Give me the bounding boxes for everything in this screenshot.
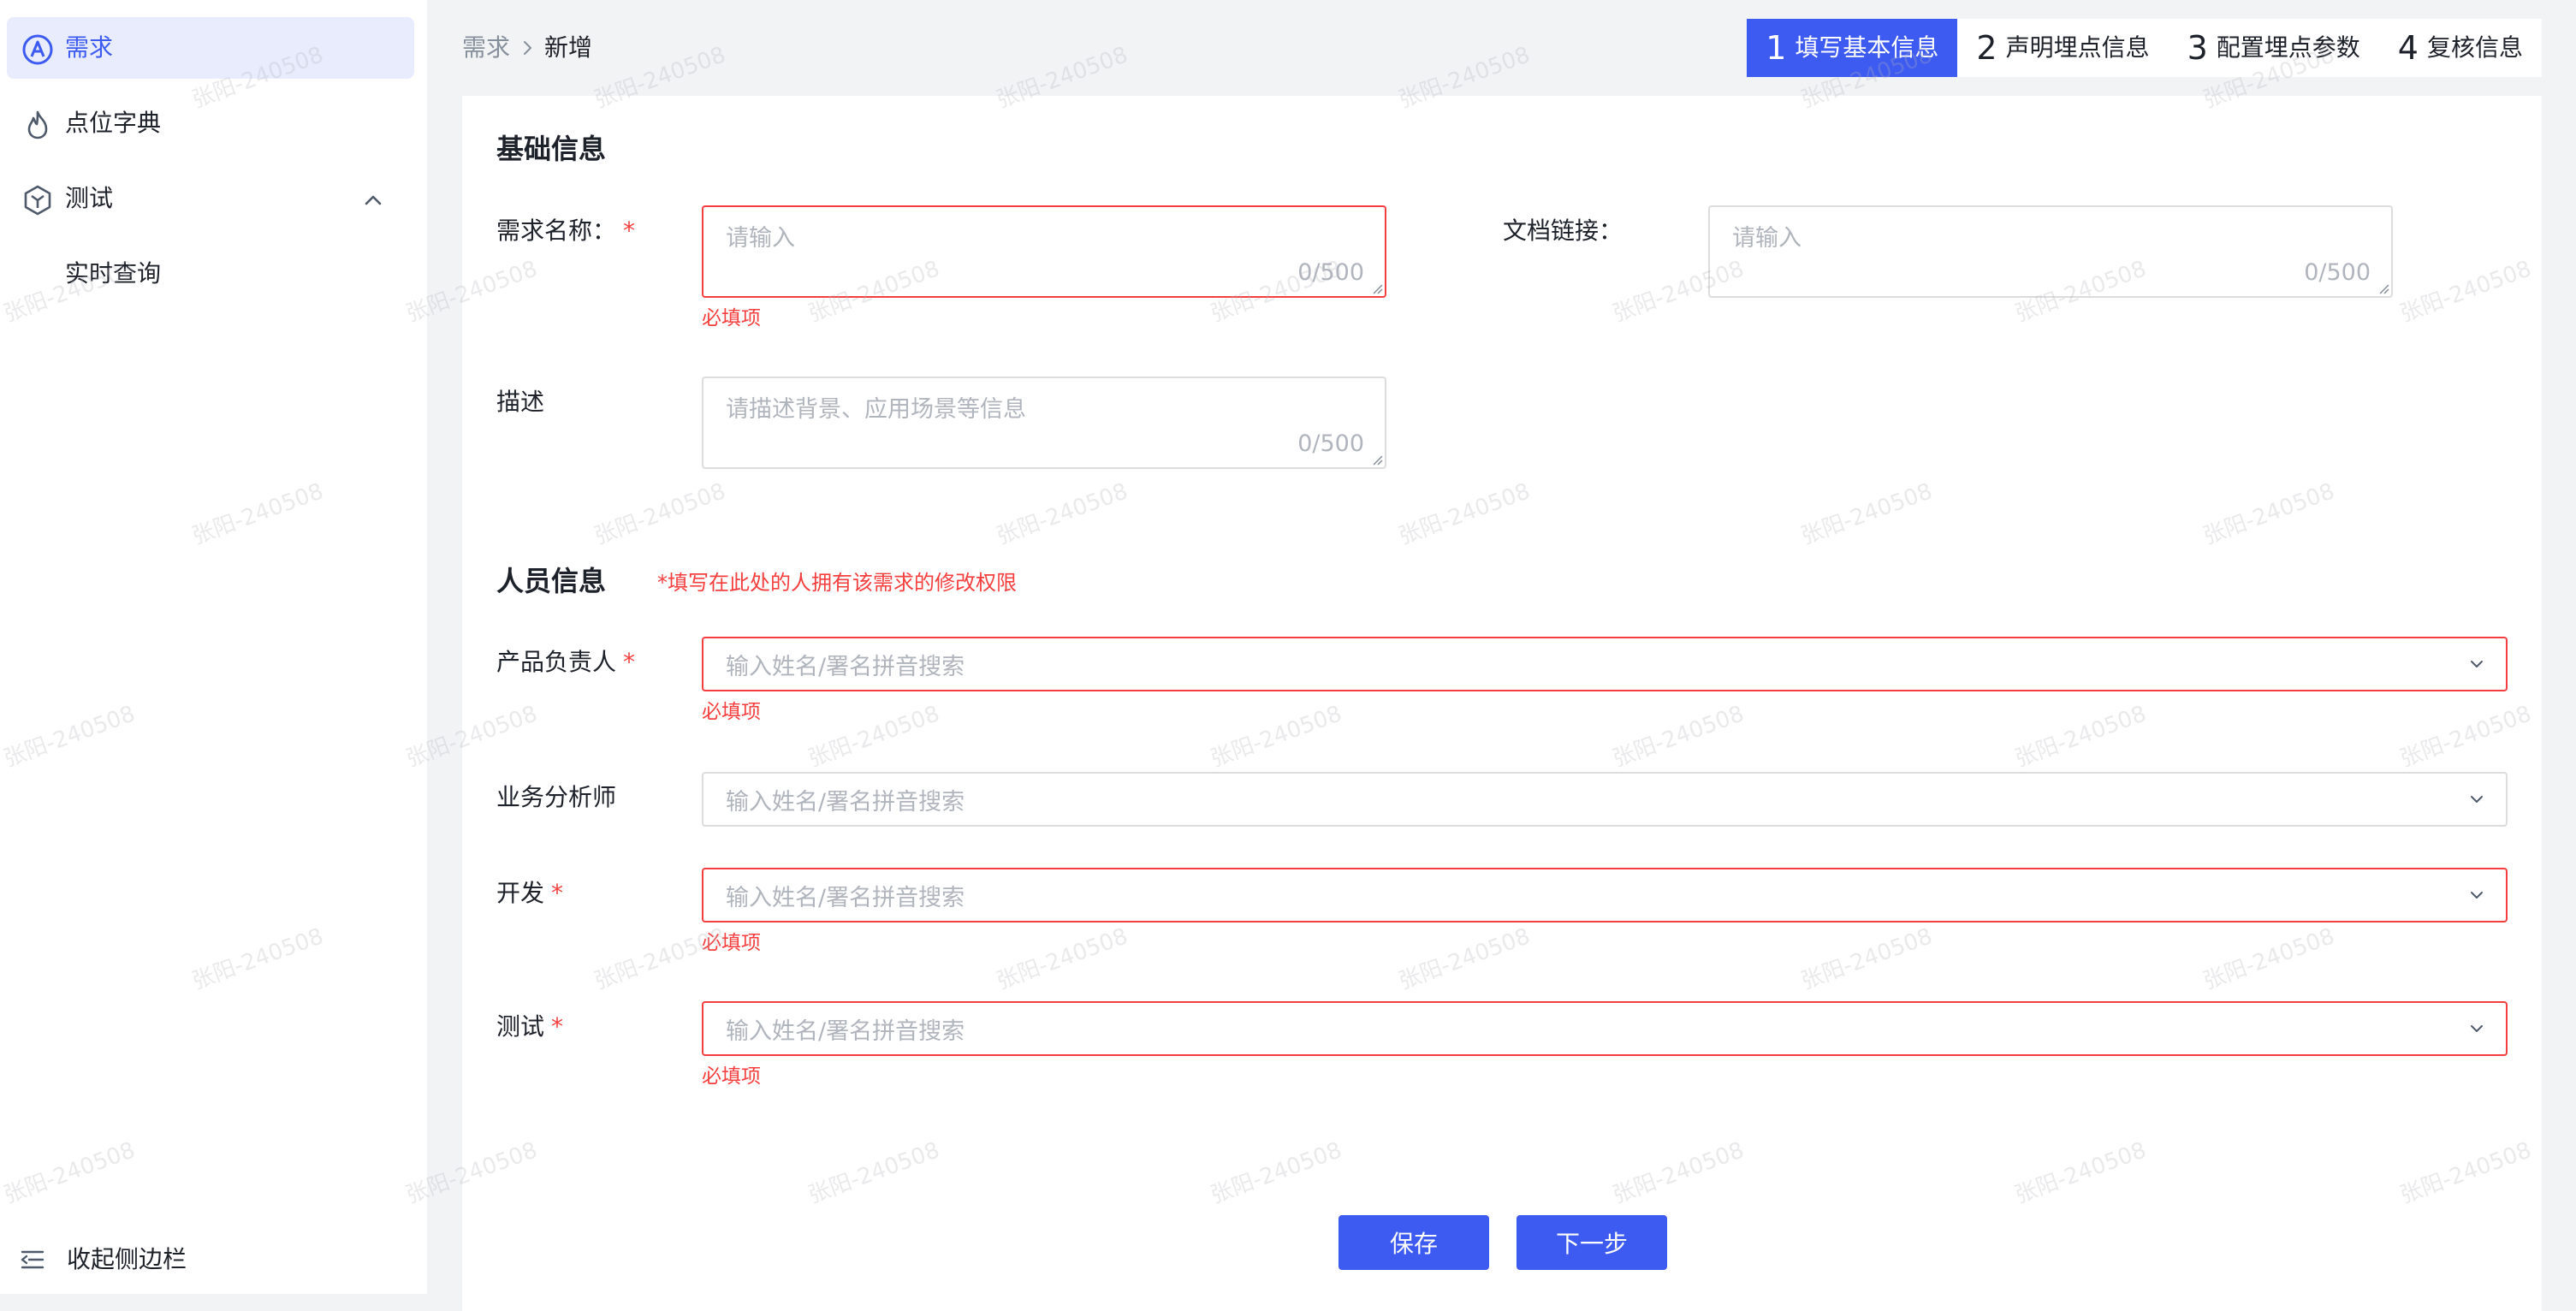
tester-select[interactable]: 输入姓名/署名拼音搜索	[702, 1001, 2508, 1056]
product-owner-select[interactable]: 输入姓名/署名拼音搜索	[702, 637, 2508, 691]
sidebar-item-label: 点位字典	[65, 109, 162, 137]
placeholder: 输入姓名/署名拼音搜索	[726, 654, 965, 680]
chevron-down-icon	[2471, 892, 2483, 899]
requirement-name-label: 需求名称： *	[496, 217, 636, 245]
chevron-down-icon	[2471, 1025, 2483, 1032]
business-analyst-select[interactable]: 输入姓名/署名拼音搜索	[702, 772, 2508, 827]
business-analyst-label: 业务分析师	[496, 783, 617, 811]
step-label: 声明埋点信息	[2005, 33, 2150, 62]
placeholder: 请描述背景、应用场景等信息	[726, 396, 1026, 423]
form-card: 基础信息 需求名称： * 请输入 0/500 必填项 文档链接： 请输入 0/50…	[462, 96, 2542, 1311]
basic-info-title: 基础信息	[496, 133, 607, 165]
product-owner-error: 必填项	[702, 701, 761, 723]
doc-link-label: 文档链接：	[1503, 217, 1623, 245]
step-3[interactable]: 3 配置埋点参数	[2169, 19, 2379, 77]
chevron-right-icon	[524, 41, 532, 55]
sidebar: 需求 点位字典 测试 实时查询 收起侧边栏	[0, 0, 427, 1294]
step-2[interactable]: 2 声明埋点信息	[1957, 19, 2168, 77]
hexagon-cube-icon	[24, 185, 51, 216]
flame-icon	[27, 110, 48, 139]
step-1[interactable]: 1 填写基本信息	[1747, 19, 1958, 77]
breadcrumb-parent[interactable]: 需求	[462, 31, 510, 65]
tester-error: 必填项	[702, 1065, 761, 1088]
breadcrumb-current: 新增	[544, 33, 593, 62]
resize-handle-icon[interactable]	[1371, 282, 1383, 294]
step-number: 3	[2187, 29, 2208, 67]
resize-handle-icon[interactable]	[1371, 454, 1383, 466]
sidebar-item-test[interactable]: 测试	[7, 168, 414, 229]
step-number: 1	[1766, 29, 1787, 67]
step-label: 复核信息	[2426, 33, 2523, 62]
letter-a-circle-icon	[22, 34, 53, 65]
personnel-info-title: 人员信息	[496, 565, 607, 597]
sidebar-item-requirements[interactable]: 需求	[7, 17, 414, 79]
placeholder: 请输入	[726, 225, 795, 252]
chevron-down-icon	[2471, 796, 2483, 803]
developer-select[interactable]: 输入姓名/署名拼音搜索	[702, 868, 2508, 922]
chevron-down-icon	[2471, 661, 2483, 667]
step-number: 2	[1976, 29, 1997, 67]
sidebar-subitem-realtime-query[interactable]: 实时查询	[65, 257, 161, 291]
next-step-button[interactable]: 下一步	[1517, 1215, 1667, 1270]
developer-label: 开发 *	[496, 879, 564, 907]
requirement-name-input[interactable]: 请输入 0/500	[702, 205, 1386, 298]
description-label: 描述	[496, 388, 545, 416]
char-counter: 0/500	[2304, 259, 2371, 286]
sidebar-item-label: 测试	[65, 184, 114, 212]
tester-label: 测试 *	[496, 1012, 564, 1041]
step-label: 配置埋点参数	[2216, 33, 2360, 62]
placeholder: 输入姓名/署名拼音搜索	[726, 789, 965, 816]
requirement-name-error: 必填项	[702, 307, 761, 329]
placeholder: 请输入	[1732, 225, 1801, 252]
char-counter: 0/500	[1297, 259, 1364, 286]
product-owner-label: 产品负责人 *	[496, 648, 636, 676]
step-4[interactable]: 4 复核信息	[2379, 19, 2542, 77]
resize-handle-icon[interactable]	[2377, 282, 2389, 294]
description-input[interactable]: 请描述背景、应用场景等信息 0/500	[702, 377, 1386, 469]
save-button[interactable]: 保存	[1338, 1215, 1489, 1270]
collapse-menu-icon	[21, 1250, 45, 1269]
placeholder: 输入姓名/署名拼音搜索	[726, 885, 965, 911]
developer-error: 必填项	[702, 932, 761, 954]
step-indicator: 1 填写基本信息 2 声明埋点信息 3 配置埋点参数 4 复核信息	[1747, 19, 2542, 77]
placeholder: 输入姓名/署名拼音搜索	[726, 1018, 965, 1045]
step-number: 4	[2397, 29, 2419, 67]
doc-link-input[interactable]: 请输入 0/500	[1708, 205, 2393, 298]
char-counter: 0/500	[1297, 430, 1364, 457]
sidebar-item-dictionary[interactable]: 点位字典	[7, 92, 414, 154]
collapse-sidebar-button[interactable]: 收起侧边栏	[19, 1243, 187, 1277]
sidebar-item-label: 需求	[65, 33, 114, 62]
collapse-sidebar-label: 收起侧边栏	[67, 1245, 187, 1273]
breadcrumb: 需求 新增	[462, 31, 592, 65]
chevron-up-icon[interactable]	[359, 187, 387, 214]
step-label: 填写基本信息	[1795, 33, 1939, 62]
personnel-note: *填写在此处的人拥有该需求的修改权限	[657, 571, 1017, 595]
